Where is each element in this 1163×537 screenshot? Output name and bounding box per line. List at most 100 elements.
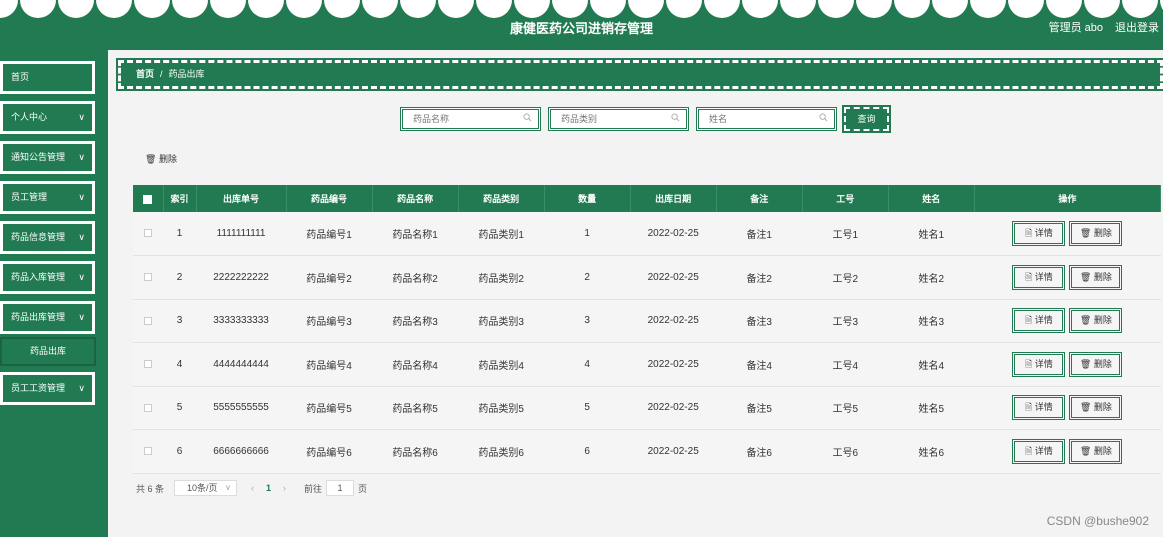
sidebar-item-label: 个人中心	[11, 112, 48, 122]
chevron-down-icon: ∨	[225, 483, 232, 492]
quantity-cell: 2	[544, 255, 631, 300]
sidebar-item-drug-inbound-management[interactable]: 药品入库管理 ∨	[0, 260, 96, 295]
document-icon: 🗎	[1025, 358, 1033, 369]
page-number-current[interactable]: 1	[266, 483, 271, 493]
next-page-button[interactable]: ›	[283, 483, 286, 493]
breadcrumb: 首页 / 药品出库	[116, 58, 1163, 91]
row-checkbox[interactable]	[144, 403, 152, 412]
detail-button[interactable]: 🗎 详情	[1012, 264, 1066, 290]
name-cell: 姓名6	[888, 429, 975, 474]
person-name-search-field[interactable]	[696, 107, 837, 131]
drug-category-input[interactable]	[551, 110, 686, 128]
table-row: 5 5555555555 药品编号5 药品名称5 药品类别5 5 2022-02-25 备注5…	[133, 386, 1161, 430]
employee-no-cell: 工号2	[802, 255, 889, 300]
sidebar-item-salary-management[interactable]: 员工工资管理 ∨	[0, 371, 96, 406]
row-select-cell	[133, 212, 163, 256]
total-count: 共 6 条	[136, 483, 165, 494]
column-header: 工号	[802, 185, 889, 212]
actions-cell: 🗎 详情 🗑 删除	[974, 386, 1161, 430]
detail-button[interactable]: 🗎 详情	[1012, 395, 1066, 421]
table-row: 6 6666666666 药品编号6 药品名称6 药品类别6 6 2022-02-25 备注6…	[133, 429, 1161, 474]
drug-category-search-field[interactable]	[548, 107, 689, 131]
detail-label: 详情	[1034, 228, 1053, 238]
page-suffix: 页	[358, 483, 368, 494]
prev-page-button[interactable]: ‹	[251, 483, 254, 493]
row-checkbox[interactable]	[144, 447, 152, 456]
detail-label: 详情	[1034, 315, 1053, 326]
drug-name-cell: 药品名称4	[372, 342, 459, 387]
query-button[interactable]: 查询	[842, 105, 891, 133]
drug-name-input[interactable]	[403, 110, 538, 128]
document-icon: 🗎	[1025, 228, 1033, 238]
document-icon: 🗎	[1025, 315, 1033, 326]
row-select-cell	[133, 429, 163, 474]
chevron-down-icon: ∨	[78, 383, 85, 393]
page-size-value: 10条/页	[187, 483, 218, 493]
detail-label: 详情	[1034, 402, 1053, 413]
select-all-cell	[133, 185, 164, 212]
row-checkbox[interactable]	[144, 360, 152, 369]
delete-button[interactable]: 🗑 删除	[1069, 264, 1123, 290]
row-checkbox[interactable]	[144, 229, 152, 238]
outbound-date-cell: 2022-02-25	[630, 342, 717, 387]
drug-name-cell: 药品名称6	[372, 429, 459, 474]
table-row: 1 1111111111 药品编号1 药品名称1 药品类别1 1 2022-02-25 备注1…	[133, 212, 1161, 256]
delete-button[interactable]: 🗑 删除	[1069, 308, 1123, 334]
chevron-down-icon: ∨	[78, 152, 85, 162]
delete-button[interactable]: 🗑 删除	[1069, 438, 1123, 464]
index-cell: 3	[163, 299, 197, 343]
bulk-delete-button[interactable]: 🗑 删除	[145, 152, 177, 165]
sidebar-item-drug-info-management[interactable]: 药品信息管理 ∨	[0, 220, 96, 255]
goto-page-input[interactable]: 1	[326, 480, 355, 496]
employee-no-cell: 工号4	[802, 342, 889, 387]
detail-button[interactable]: 🗎 详情	[1012, 308, 1066, 334]
delete-button[interactable]: 🗑 删除	[1069, 221, 1123, 246]
trash-icon: 🗑	[1079, 228, 1092, 238]
sidebar-item-personal-center[interactable]: 个人中心 ∨	[0, 100, 96, 135]
employee-no-cell: 工号6	[802, 429, 889, 474]
drug-name-cell: 药品名称3	[372, 299, 459, 343]
drug-code-cell: 药品编号1	[286, 212, 373, 256]
order-no-cell: 3333333333	[196, 299, 287, 343]
detail-button[interactable]: 🗎 详情	[1012, 351, 1066, 377]
detail-button[interactable]: 🗎 详情	[1012, 438, 1066, 464]
remark-cell: 备注2	[716, 255, 803, 300]
drug-category-cell: 药品类别3	[458, 299, 545, 343]
sidebar-item-home[interactable]: 首页	[0, 60, 96, 95]
quantity-cell: 6	[544, 429, 631, 474]
employee-no-cell: 工号3	[802, 299, 889, 343]
column-header: 药品名称	[372, 185, 459, 212]
submenu-item-drug-outbound[interactable]: 药品出库	[0, 337, 96, 366]
drug-name-search-field[interactable]	[400, 107, 541, 131]
delete-button[interactable]: 🗑 删除	[1069, 351, 1123, 377]
breadcrumb-home[interactable]: 首页	[136, 69, 154, 79]
logout-link[interactable]: 退出登录	[1115, 19, 1159, 35]
detail-button[interactable]: 🗎 详情	[1012, 221, 1066, 246]
select-all-checkbox[interactable]	[143, 194, 153, 204]
remark-cell: 备注3	[716, 299, 803, 343]
sidebar: 首页 个人中心 ∨ 通知公告管理 ∨ 员工管理 ∨ 药品信息管理 ∨ 药品入库管…	[0, 50, 108, 537]
drug-code-cell: 药品编号2	[286, 255, 373, 300]
goto-label: 前往	[304, 483, 323, 494]
row-checkbox[interactable]	[144, 316, 152, 325]
drug-name-cell: 药品名称5	[372, 386, 459, 430]
delete-button[interactable]: 🗑 删除	[1069, 395, 1123, 421]
drug-category-cell: 药品类别2	[458, 255, 545, 300]
actions-cell: 🗎 详情 🗑 删除	[974, 255, 1161, 300]
row-select-cell	[133, 386, 163, 430]
sidebar-item-employee-management[interactable]: 员工管理 ∨	[0, 180, 96, 215]
bulk-delete-label: 删除	[158, 154, 177, 164]
chevron-down-icon: ∨	[78, 312, 85, 322]
top-header: 康健医药公司进销存管理 管理员 abo 退出登录	[0, 0, 1163, 50]
drug-code-cell: 药品编号5	[286, 386, 373, 430]
document-icon: 🗎	[1025, 402, 1033, 413]
search-icon	[671, 113, 680, 122]
actions-cell: 🗎 详情 🗑 删除	[974, 212, 1161, 256]
drug-name-cell: 药品名称2	[372, 255, 459, 300]
person-name-input[interactable]	[699, 110, 834, 128]
sidebar-item-drug-outbound-management[interactable]: 药品出库管理 ∨	[0, 300, 96, 335]
detail-label: 详情	[1034, 271, 1053, 282]
row-checkbox[interactable]	[144, 273, 152, 282]
sidebar-item-notice-management[interactable]: 通知公告管理 ∨	[0, 140, 96, 175]
page-size-select[interactable]: 10条/页 ∨	[174, 480, 238, 496]
